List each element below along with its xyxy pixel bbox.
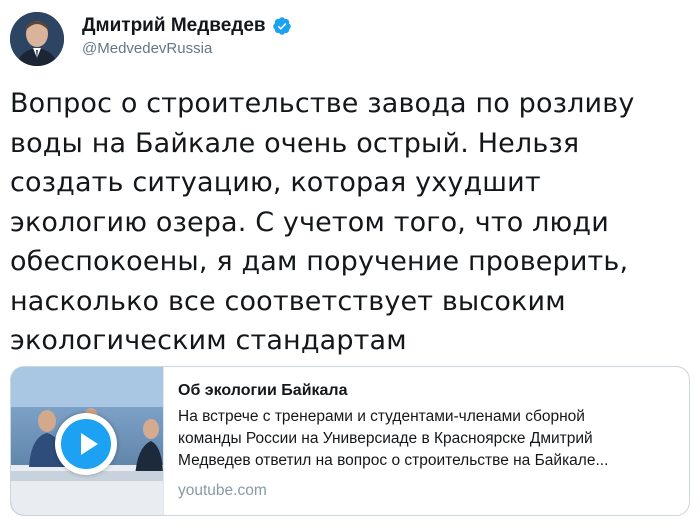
tweet-line: насколько все соответствует высоким [10, 285, 566, 317]
author-handle[interactable]: @MedvedevRussia [82, 40, 292, 57]
verified-badge-icon [272, 16, 292, 36]
video-thumbnail[interactable] [11, 367, 163, 515]
tweet-line: обеспокоены, я дам поручение проверить, [10, 246, 629, 277]
card-description-line: команды России на Универсиаде в Краснояр… [178, 430, 593, 447]
card-title[interactable]: Об экологии Байкала [178, 380, 675, 402]
card-domain[interactable]: youtube.com [178, 480, 675, 502]
avatar[interactable] [10, 12, 64, 66]
tweet-line: воды на Байкале очень острый. Нельзя [10, 127, 580, 159]
author-name[interactable]: Дмитрий Медведев [82, 14, 266, 38]
link-card[interactable]: Об экологии Байкала На встрече с тренера… [10, 366, 690, 516]
tweet-line: экологию озера. С учетом того, что люди [10, 206, 609, 238]
tweet-line: создать ситуацию, которая ухудшит [10, 167, 541, 198]
tweet-line: Вопрос о строительстве завода по розливу [10, 88, 635, 119]
tweet-text: Вопрос о строительстве завода по розливу… [10, 84, 690, 361]
card-description-line: На встрече с тренерами и студентами-член… [178, 408, 585, 425]
tweet-header: Дмитрий Медведев @MedvedevRussia [10, 8, 690, 68]
tweet-line: экологическим стандартам [10, 325, 407, 356]
card-body: Об экологии Байкала На встрече с тренера… [163, 367, 689, 515]
card-description-line: Медведев ответил на вопрос о строительст… [178, 452, 609, 469]
card-description: На встрече с тренерами и студентами-член… [178, 406, 675, 472]
play-icon[interactable] [55, 413, 117, 475]
author-block: Дмитрий Медведев @MedvedevRussia [82, 14, 292, 57]
